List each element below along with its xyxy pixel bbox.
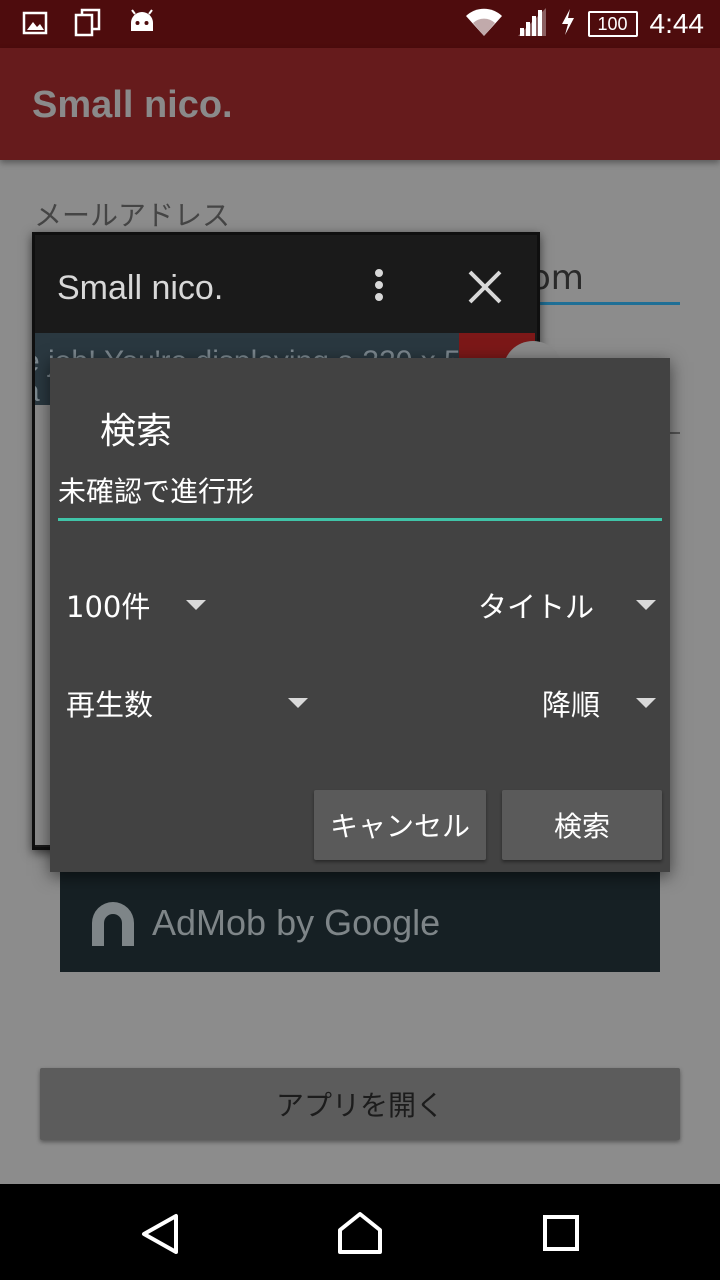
navigation-bar [0,1184,720,1280]
search-field-value: タイトル [478,590,595,624]
sort-key-value: 再生数 [66,688,154,722]
clock: 4:44 [649,8,705,39]
status-system: 100 4:44 [464,6,705,42]
admob-logo-icon [86,896,140,954]
result-count-value: 100件 [66,590,151,624]
back-icon[interactable] [140,1212,180,1260]
android-icon [128,9,156,41]
app-title: Small nico. [32,84,233,126]
dialog-title: 検索 [100,411,173,452]
charging-icon [560,8,576,40]
copy-icon [74,8,102,42]
open-app-button[interactable]: アプリを開く [40,1068,680,1140]
admob-banner[interactable]: AdMob by Google [60,872,660,972]
popup-title: Small nico. [57,269,224,307]
battery-level: 100 [587,11,638,37]
search-dialog: 検索 100件 タイトル 再生数 降順 キャンセル 検索 [50,358,670,872]
recent-apps-icon[interactable] [542,1214,580,1256]
search-button[interactable]: 検索 [502,790,662,860]
dropdown-arrow-icon [186,600,206,610]
more-vert-icon[interactable] [371,267,387,311]
sort-order-value: 降順 [542,688,601,722]
close-icon[interactable] [467,269,503,309]
home-icon[interactable] [336,1210,384,1260]
signal-icon [516,6,548,42]
app-bar: Small nico. [0,48,720,160]
dropdown-arrow-icon [636,698,656,708]
dropdown-arrow-icon [636,600,656,610]
search-input[interactable] [58,468,662,521]
result-count-spinner[interactable]: 100件 [66,580,206,630]
email-label: メールアドレス [34,199,231,232]
sort-key-spinner[interactable]: 再生数 [66,678,308,728]
status-bar: 100 4:44 [0,0,720,48]
sort-order-spinner[interactable]: 降順 [542,678,656,728]
admob-text: AdMob by Google [152,902,441,943]
cancel-button[interactable]: キャンセル [314,790,486,860]
image-icon [22,10,48,40]
wifi-icon [464,6,504,42]
status-notifications [22,8,156,42]
search-field-spinner[interactable]: タイトル [478,580,656,630]
dropdown-arrow-icon [288,698,308,708]
